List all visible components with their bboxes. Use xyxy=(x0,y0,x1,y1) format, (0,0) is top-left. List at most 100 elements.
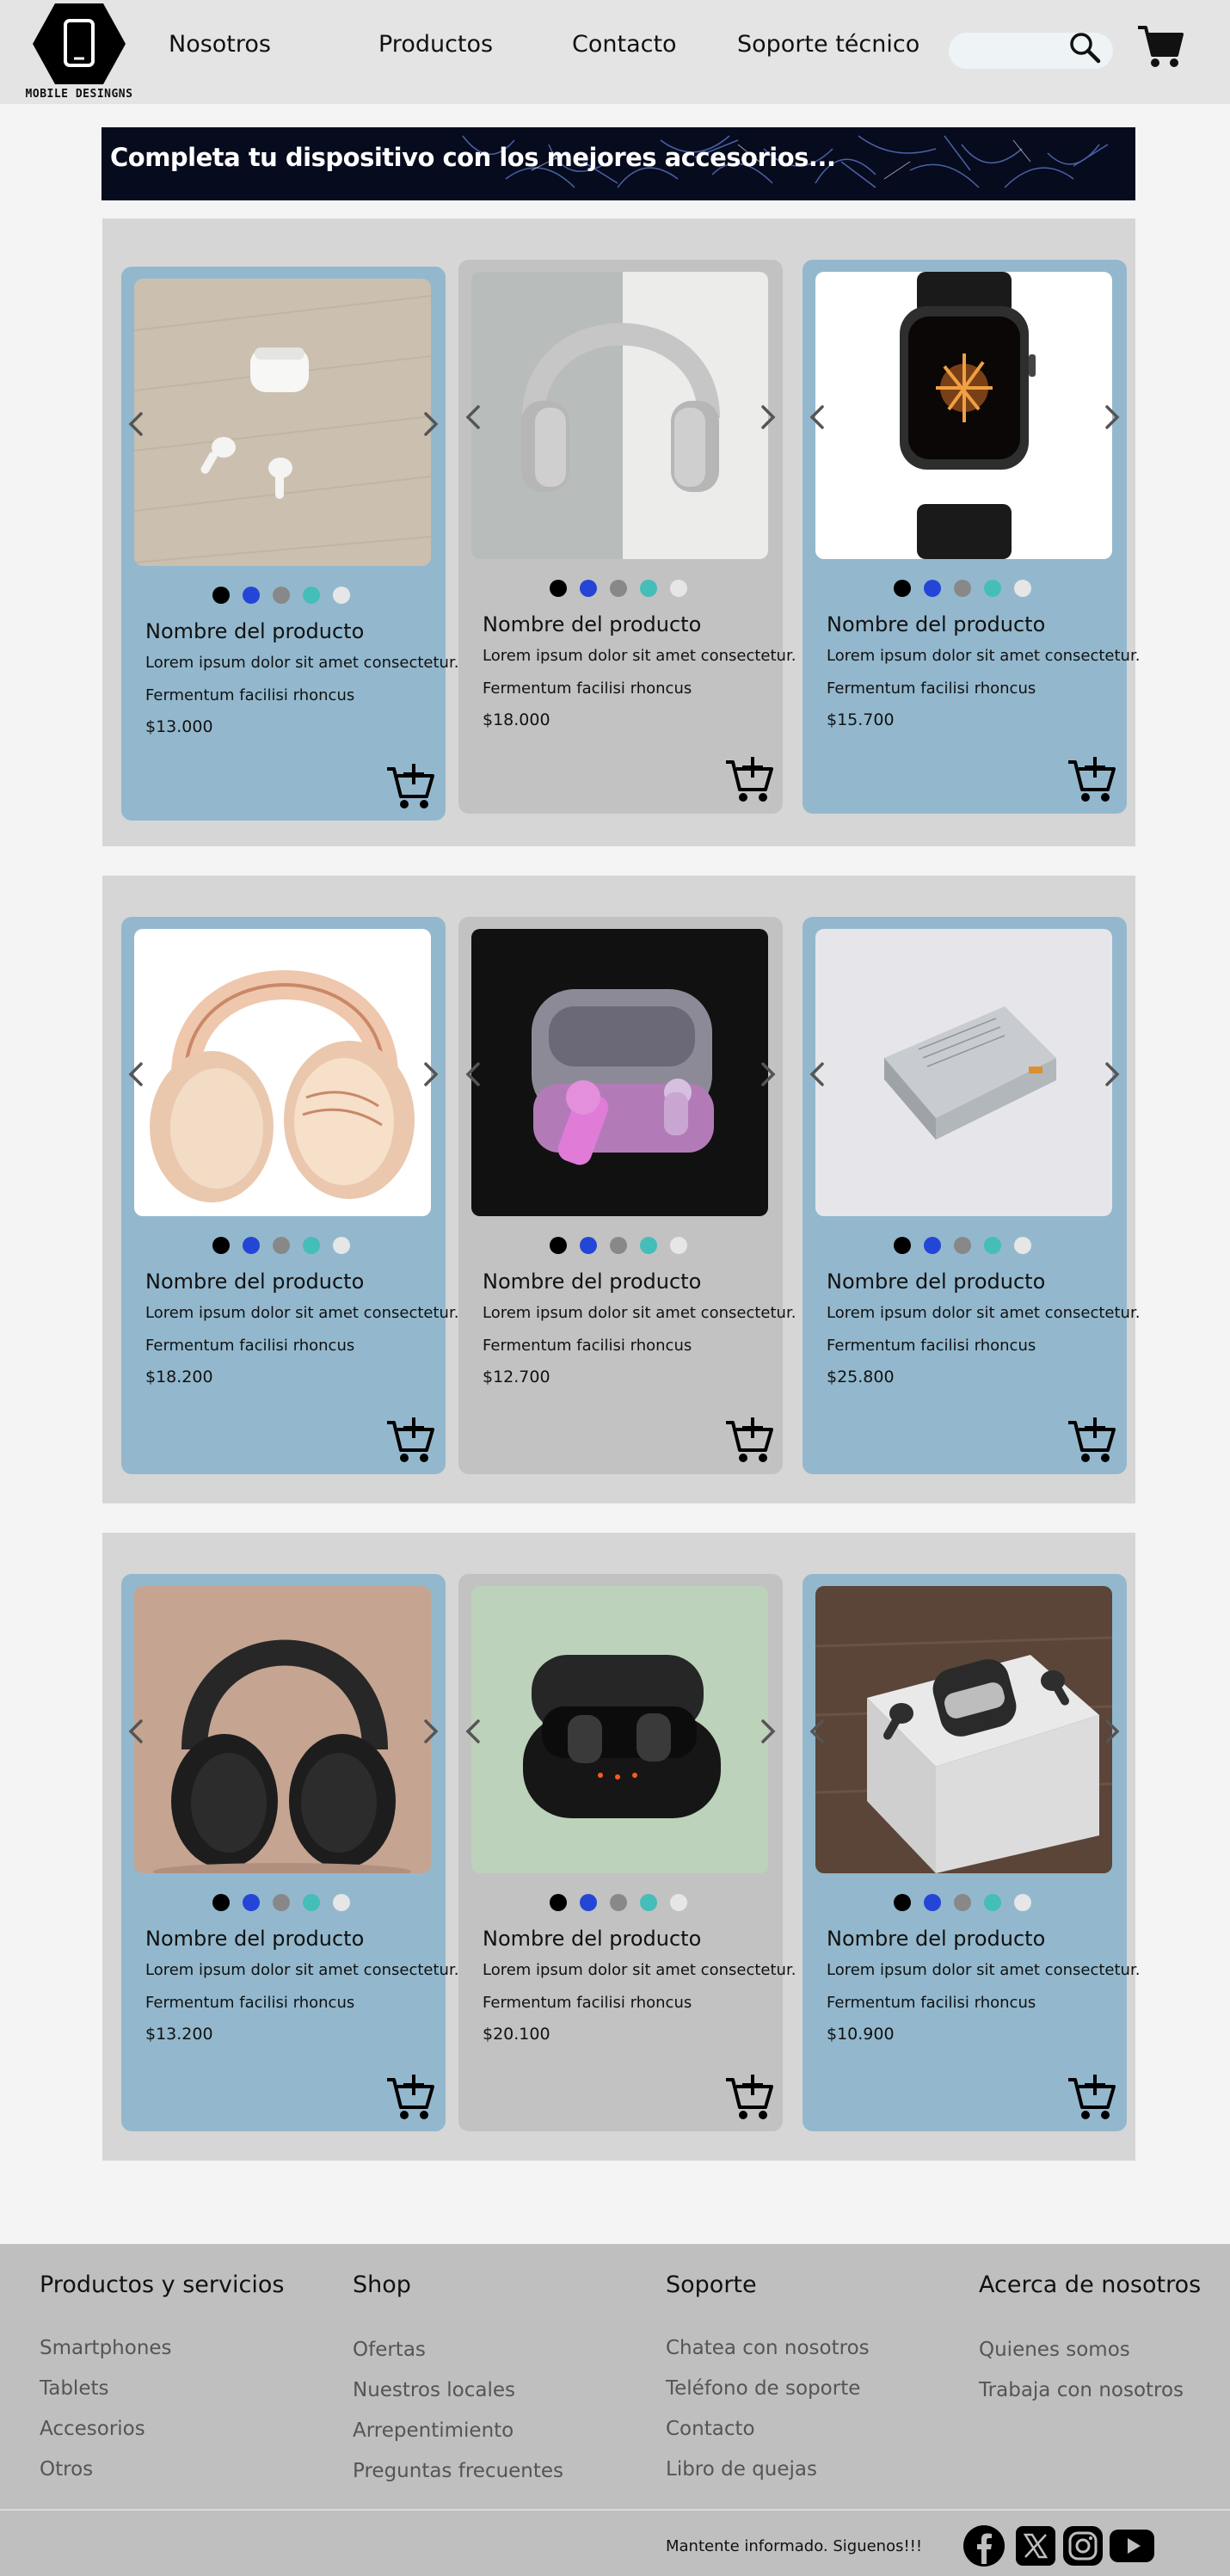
add-to-cart-icon[interactable] xyxy=(384,1412,436,1464)
color-dot[interactable] xyxy=(894,1237,911,1254)
color-dot[interactable] xyxy=(894,1894,911,1911)
footer-link-trabaja[interactable]: Trabaja con nosotros xyxy=(979,2379,1184,2401)
footer-link-arrepentimiento[interactable]: Arrepentimiento xyxy=(353,2419,514,2442)
chevron-right-icon[interactable] xyxy=(421,1718,440,1744)
color-dot[interactable] xyxy=(984,1237,1001,1254)
add-to-cart-icon[interactable] xyxy=(723,752,775,803)
search-icon[interactable] xyxy=(1067,31,1102,65)
footer-link-chat[interactable]: Chatea con nosotros xyxy=(666,2337,870,2359)
promo-banner[interactable]: Completa tu dispositivo con los mejores … xyxy=(101,127,1135,200)
color-dot[interactable] xyxy=(670,1237,687,1254)
color-dot[interactable] xyxy=(333,1237,350,1254)
color-dot[interactable] xyxy=(640,1237,657,1254)
cart-icon[interactable] xyxy=(1135,22,1185,72)
product-card[interactable]: Nombre del producto Lorem ipsum dolor si… xyxy=(803,1574,1140,2131)
color-dot[interactable] xyxy=(610,1237,627,1254)
color-dot[interactable] xyxy=(670,1894,687,1911)
color-dot[interactable] xyxy=(924,1237,941,1254)
product-image[interactable] xyxy=(471,1586,768,1873)
color-dot[interactable] xyxy=(243,1894,260,1911)
chevron-right-icon[interactable] xyxy=(759,404,778,430)
product-image[interactable] xyxy=(815,272,1112,559)
chevron-left-icon[interactable] xyxy=(126,1718,145,1744)
color-dot[interactable] xyxy=(273,587,290,604)
nav-soporte-tecnico[interactable]: Soporte técnico xyxy=(737,31,919,58)
color-dot[interactable] xyxy=(303,1894,320,1911)
color-dot[interactable] xyxy=(924,1894,941,1911)
chevron-right-icon[interactable] xyxy=(759,1718,778,1744)
product-card[interactable]: Nombre del producto Lorem ipsum dolor si… xyxy=(458,917,796,1474)
search-input[interactable] xyxy=(961,38,1073,64)
facebook-icon[interactable] xyxy=(962,2524,1006,2567)
product-card[interactable]: Nombre del producto Lorem ipsum dolor si… xyxy=(458,1574,796,2131)
chevron-right-icon[interactable] xyxy=(1103,1718,1122,1744)
color-dot[interactable] xyxy=(984,1894,1001,1911)
chevron-right-icon[interactable] xyxy=(421,1061,440,1087)
chevron-left-icon[interactable] xyxy=(808,1061,827,1087)
chevron-left-icon[interactable] xyxy=(464,1061,483,1087)
footer-link-locales[interactable]: Nuestros locales xyxy=(353,2379,515,2401)
product-card[interactable]: Nombre del producto Lorem ipsum dolor si… xyxy=(121,1574,458,2131)
chevron-left-icon[interactable] xyxy=(126,1061,145,1087)
chevron-right-icon[interactable] xyxy=(1103,404,1122,430)
add-to-cart-icon[interactable] xyxy=(384,2069,436,2121)
color-dot[interactable] xyxy=(610,1894,627,1911)
logo[interactable]: MOBILE DESINGNS xyxy=(19,0,139,104)
color-dot[interactable] xyxy=(580,580,597,597)
color-dot[interactable] xyxy=(954,1894,971,1911)
chevron-left-icon[interactable] xyxy=(126,411,145,437)
color-dot[interactable] xyxy=(273,1237,290,1254)
chevron-left-icon[interactable] xyxy=(464,404,483,430)
product-card[interactable]: Nombre del producto Lorem ipsum dolor si… xyxy=(803,260,1140,814)
color-dot[interactable] xyxy=(303,587,320,604)
footer-link-accesorios[interactable]: Accesorios xyxy=(40,2418,145,2440)
color-dot[interactable] xyxy=(243,1237,260,1254)
color-dot[interactable] xyxy=(273,1894,290,1911)
product-image[interactable] xyxy=(134,279,431,566)
product-image[interactable] xyxy=(134,1586,431,1873)
color-dot[interactable] xyxy=(954,580,971,597)
chevron-left-icon[interactable] xyxy=(464,1718,483,1744)
add-to-cart-icon[interactable] xyxy=(1066,2069,1117,2121)
add-to-cart-icon[interactable] xyxy=(384,759,436,810)
chevron-right-icon[interactable] xyxy=(1103,1061,1122,1087)
instagram-icon[interactable] xyxy=(1063,2526,1103,2566)
product-image[interactable] xyxy=(471,272,768,559)
nav-productos[interactable]: Productos xyxy=(378,31,493,58)
color-dot[interactable] xyxy=(212,587,230,604)
color-dot[interactable] xyxy=(894,580,911,597)
color-dot[interactable] xyxy=(212,1237,230,1254)
footer-link-telefono[interactable]: Teléfono de soporte xyxy=(666,2377,860,2400)
color-dot[interactable] xyxy=(640,1894,657,1911)
product-image[interactable] xyxy=(471,929,768,1216)
color-dot[interactable] xyxy=(580,1894,597,1911)
nav-nosotros[interactable]: Nosotros xyxy=(169,31,271,58)
color-dot[interactable] xyxy=(640,580,657,597)
chevron-right-icon[interactable] xyxy=(759,1061,778,1087)
product-image[interactable] xyxy=(815,1586,1112,1873)
x-icon[interactable] xyxy=(1016,2526,1055,2566)
add-to-cart-icon[interactable] xyxy=(1066,1412,1117,1464)
color-dot[interactable] xyxy=(924,580,941,597)
footer-link-tablets[interactable]: Tablets xyxy=(40,2377,108,2400)
color-dot[interactable] xyxy=(670,580,687,597)
add-to-cart-icon[interactable] xyxy=(1066,752,1117,803)
color-dot[interactable] xyxy=(1014,1894,1031,1911)
color-dot[interactable] xyxy=(550,1237,567,1254)
add-to-cart-icon[interactable] xyxy=(723,1412,775,1464)
color-dot[interactable] xyxy=(610,580,627,597)
color-dot[interactable] xyxy=(580,1237,597,1254)
add-to-cart-icon[interactable] xyxy=(723,2069,775,2121)
color-dot[interactable] xyxy=(212,1894,230,1911)
color-dot[interactable] xyxy=(243,587,260,604)
footer-link-ofertas[interactable]: Ofertas xyxy=(353,2339,426,2361)
nav-contacto[interactable]: Contacto xyxy=(572,31,677,58)
color-dot[interactable] xyxy=(333,1894,350,1911)
color-dot[interactable] xyxy=(984,580,1001,597)
footer-link-quienes[interactable]: Quienes somos xyxy=(979,2339,1130,2361)
color-dot[interactable] xyxy=(1014,1237,1031,1254)
color-dot[interactable] xyxy=(333,587,350,604)
chevron-right-icon[interactable] xyxy=(421,411,440,437)
youtube-icon[interactable] xyxy=(1110,2528,1154,2564)
product-card[interactable]: Nombre del producto Lorem ipsum dolor si… xyxy=(803,917,1140,1474)
